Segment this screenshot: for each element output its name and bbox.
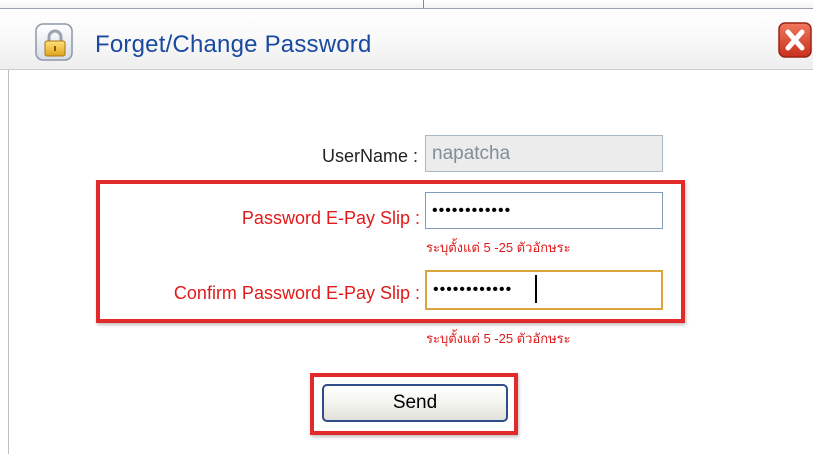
confirm-password-hint: ระบุตั้งแต่ 5 -25 ตัวอักษระ (426, 331, 571, 346)
dialog-window: Forget/Change Password UserName : Passwo… (0, 0, 813, 454)
top-edge (0, 0, 813, 9)
send-button-highlight (310, 373, 518, 435)
username-label: UserName : (321, 146, 418, 166)
close-icon[interactable] (778, 22, 812, 58)
dialog-title: Forget/Change Password (95, 31, 372, 58)
password-fields-highlight (96, 180, 685, 323)
username-field[interactable] (425, 135, 663, 172)
top-divider-tick (423, 0, 424, 8)
lock-icon (35, 23, 73, 61)
dialog-titlebar: Forget/Change Password (0, 9, 813, 70)
content-left-border (8, 70, 9, 454)
